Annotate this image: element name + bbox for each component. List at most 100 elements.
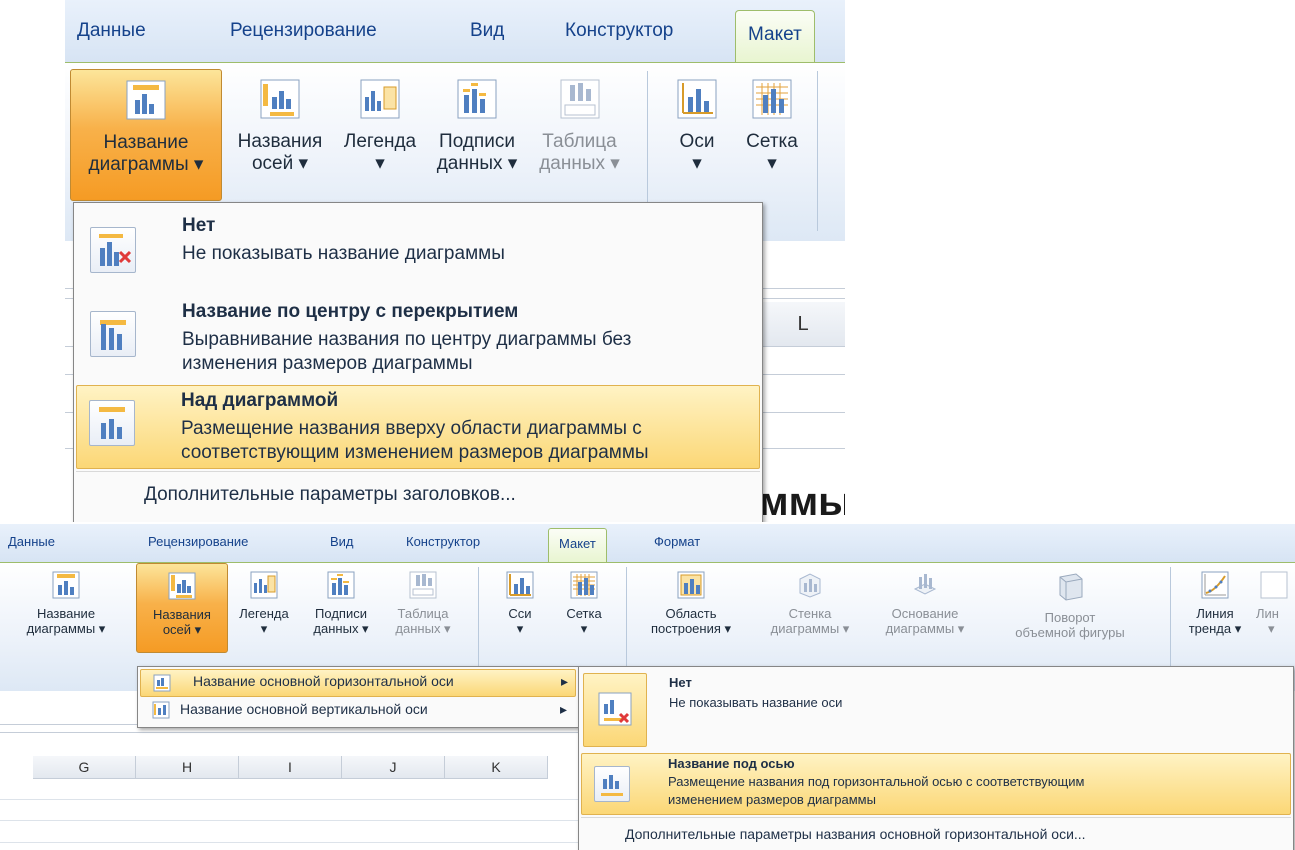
chart-wall-icon: [799, 573, 821, 598]
menu-item-above-title: Над диаграммой: [181, 390, 339, 411]
menu-item-centered-overlay[interactable]: Название по центру с перекрытием Выравни…: [76, 295, 760, 381]
chart-title-label1: Название: [36, 606, 96, 621]
legend-label1: Легенда: [343, 131, 417, 152]
tab-data[interactable]: Данные: [8, 534, 55, 549]
chart-floor-label1: Основание: [891, 606, 959, 621]
chevron-right-icon: ▸: [561, 673, 569, 689]
data-labels-button[interactable]: Подписи данных ▾: [427, 79, 527, 175]
chart-wall-label1: Стенка: [788, 606, 832, 621]
axes-button[interactable]: Оси ▾: [662, 79, 732, 175]
gridlines-button[interactable]: Сетка ▾: [737, 79, 807, 175]
axis-titles-label2: осей ▾: [162, 622, 202, 637]
data-labels-button[interactable]: Подписи данных ▾: [302, 571, 380, 636]
chart-title-icon: [126, 80, 166, 120]
background-chart-title: ммы: [759, 480, 845, 522]
menu-item-horizontal-axis-title[interactable]: Название основной горизонтальной оси ▸: [140, 669, 576, 697]
axes-label1: Сси: [508, 606, 532, 621]
tab-view[interactable]: Вид: [330, 534, 354, 549]
menu-item-centered-desc1: Выравнивание названия по центру диаграмм…: [182, 329, 632, 350]
legend-icon: [250, 571, 278, 599]
menu-item-no-axis-title[interactable]: Нет Не показывать название оси: [581, 669, 1291, 747]
axes-button[interactable]: Сси ▾: [490, 571, 550, 636]
data-labels-icon: [327, 571, 355, 599]
axis-titles-icon: [260, 79, 300, 119]
column-header-h[interactable]: H: [136, 756, 239, 779]
group-separator: [626, 567, 627, 681]
sheet-line: [0, 732, 640, 733]
group-separator: [478, 567, 479, 681]
chart-title-label2: диаграммы ▾: [26, 621, 106, 636]
tab-view[interactable]: Вид: [470, 20, 504, 42]
column-header-l[interactable]: L: [760, 302, 845, 346]
menu-item-none[interactable]: Нет Не показывать название диаграммы: [76, 209, 760, 285]
chart-title-button[interactable]: Название диаграммы ▾: [70, 69, 222, 201]
plot-area-button[interactable]: Область построения ▾: [636, 571, 746, 636]
menu-item-more-title-options[interactable]: Дополнительные параметры заголовков...: [76, 471, 760, 516]
axis-titles-label1: Названия: [153, 607, 211, 622]
menu-item-above-chart[interactable]: Над диаграммой Размещение названия вверх…: [76, 385, 760, 469]
gridlines-button[interactable]: Сетка ▾: [552, 571, 616, 636]
lines-button[interactable]: Лин ▾: [1256, 571, 1295, 636]
menu-item-more-axis-title-options[interactable]: Дополнительные параметры названия основн…: [581, 817, 1291, 848]
column-header-j[interactable]: J: [342, 756, 445, 779]
data-labels-icon: [457, 79, 497, 119]
no-axis-title-title: Нет: [669, 675, 692, 690]
data-table-button[interactable]: Таблица данных ▾: [527, 79, 632, 175]
trendline-button[interactable]: Линия тренда ▾: [1180, 571, 1250, 636]
chart-floor-button[interactable]: Основание диаграммы ▾: [870, 571, 980, 636]
tab-design[interactable]: Конструктор: [565, 20, 673, 42]
tab-review[interactable]: Рецензирование: [230, 20, 377, 42]
tab-format[interactable]: Формат: [654, 534, 700, 549]
chart-wall-button[interactable]: Стенка диаграммы ▾: [760, 571, 860, 636]
vertical-axis-title-label: Название основной вертикальной оси: [180, 701, 428, 717]
horizontal-axis-title-label: Название основной горизонтальной оси: [193, 673, 454, 689]
axis-titles-button[interactable]: Названия осей ▾: [225, 79, 335, 175]
data-labels-label1: Подписи: [315, 606, 367, 621]
chart-title-label1: Название: [103, 132, 189, 153]
tab-design[interactable]: Конструктор: [406, 534, 480, 549]
chart-title-icon: [52, 571, 80, 599]
legend-label2: ▾: [260, 621, 268, 636]
tab-layout[interactable]: Макет: [548, 528, 607, 563]
axis-titles-label2: осей ▾: [251, 153, 309, 174]
column-header-g[interactable]: G: [33, 756, 136, 779]
axis-titles-button[interactable]: Названия осей ▾: [136, 563, 228, 653]
legend-button[interactable]: Легенда ▾: [228, 571, 300, 636]
lines-label2: ▾: [1268, 621, 1275, 636]
sheet-line: [0, 820, 640, 821]
tab-review[interactable]: Рецензирование: [148, 534, 248, 549]
horizontal-axis-title-menu: Нет Не показывать название оси Название …: [578, 666, 1294, 850]
plot-area-icon: [677, 571, 705, 599]
plot-area-label1: Область: [665, 606, 717, 621]
lines-label1: Лин: [1256, 606, 1279, 621]
data-table-button[interactable]: Таблица данных ▾: [384, 571, 462, 636]
axes-label2: ▾: [692, 153, 702, 174]
no-axis-title-desc: Не показывать название оси: [669, 695, 843, 710]
3d-rotation-icon: [1059, 573, 1083, 601]
legend-label2: ▾: [375, 153, 385, 174]
top-screenshot: Данные Рецензирование Вид Конструктор Ма…: [65, 0, 845, 522]
group-separator: [817, 71, 818, 231]
legend-label1: Легенда: [239, 606, 289, 621]
gridlines-label2: ▾: [580, 621, 588, 636]
chevron-right-icon: ▸: [560, 701, 568, 717]
column-header-i[interactable]: I: [239, 756, 342, 779]
axis-titles-label1: Названия: [237, 131, 323, 152]
legend-icon: [360, 79, 400, 119]
data-labels-label2: данных ▾: [436, 153, 518, 174]
menu-item-centered-desc2: изменения размеров диаграммы: [182, 353, 473, 374]
vertical-axis-title-icon: [152, 701, 170, 719]
legend-button[interactable]: Легенда ▾: [335, 79, 425, 175]
title-below-axis-desc2: изменением размеров диаграммы: [668, 792, 876, 807]
horizontal-axis-title-icon: [153, 674, 171, 692]
ribbon-tabs: Данные Рецензирование Вид Конструктор Ма…: [65, 0, 845, 63]
tab-layout[interactable]: Макет: [735, 10, 815, 63]
menu-item-title-below-axis[interactable]: Название под осью Размещение названия по…: [581, 753, 1291, 815]
column-header-k[interactable]: K: [445, 756, 548, 779]
menu-item-vertical-axis-title[interactable]: Название основной вертикальной оси ▸: [140, 697, 576, 723]
chart-title-button[interactable]: Название диаграммы ▾: [6, 571, 126, 636]
tab-data[interactable]: Данные: [77, 20, 146, 42]
axes-icon: [677, 79, 717, 119]
3d-rotation-button[interactable]: Поворот объемной фигуры: [990, 571, 1150, 640]
gridlines-label1: Сетка: [746, 131, 798, 152]
